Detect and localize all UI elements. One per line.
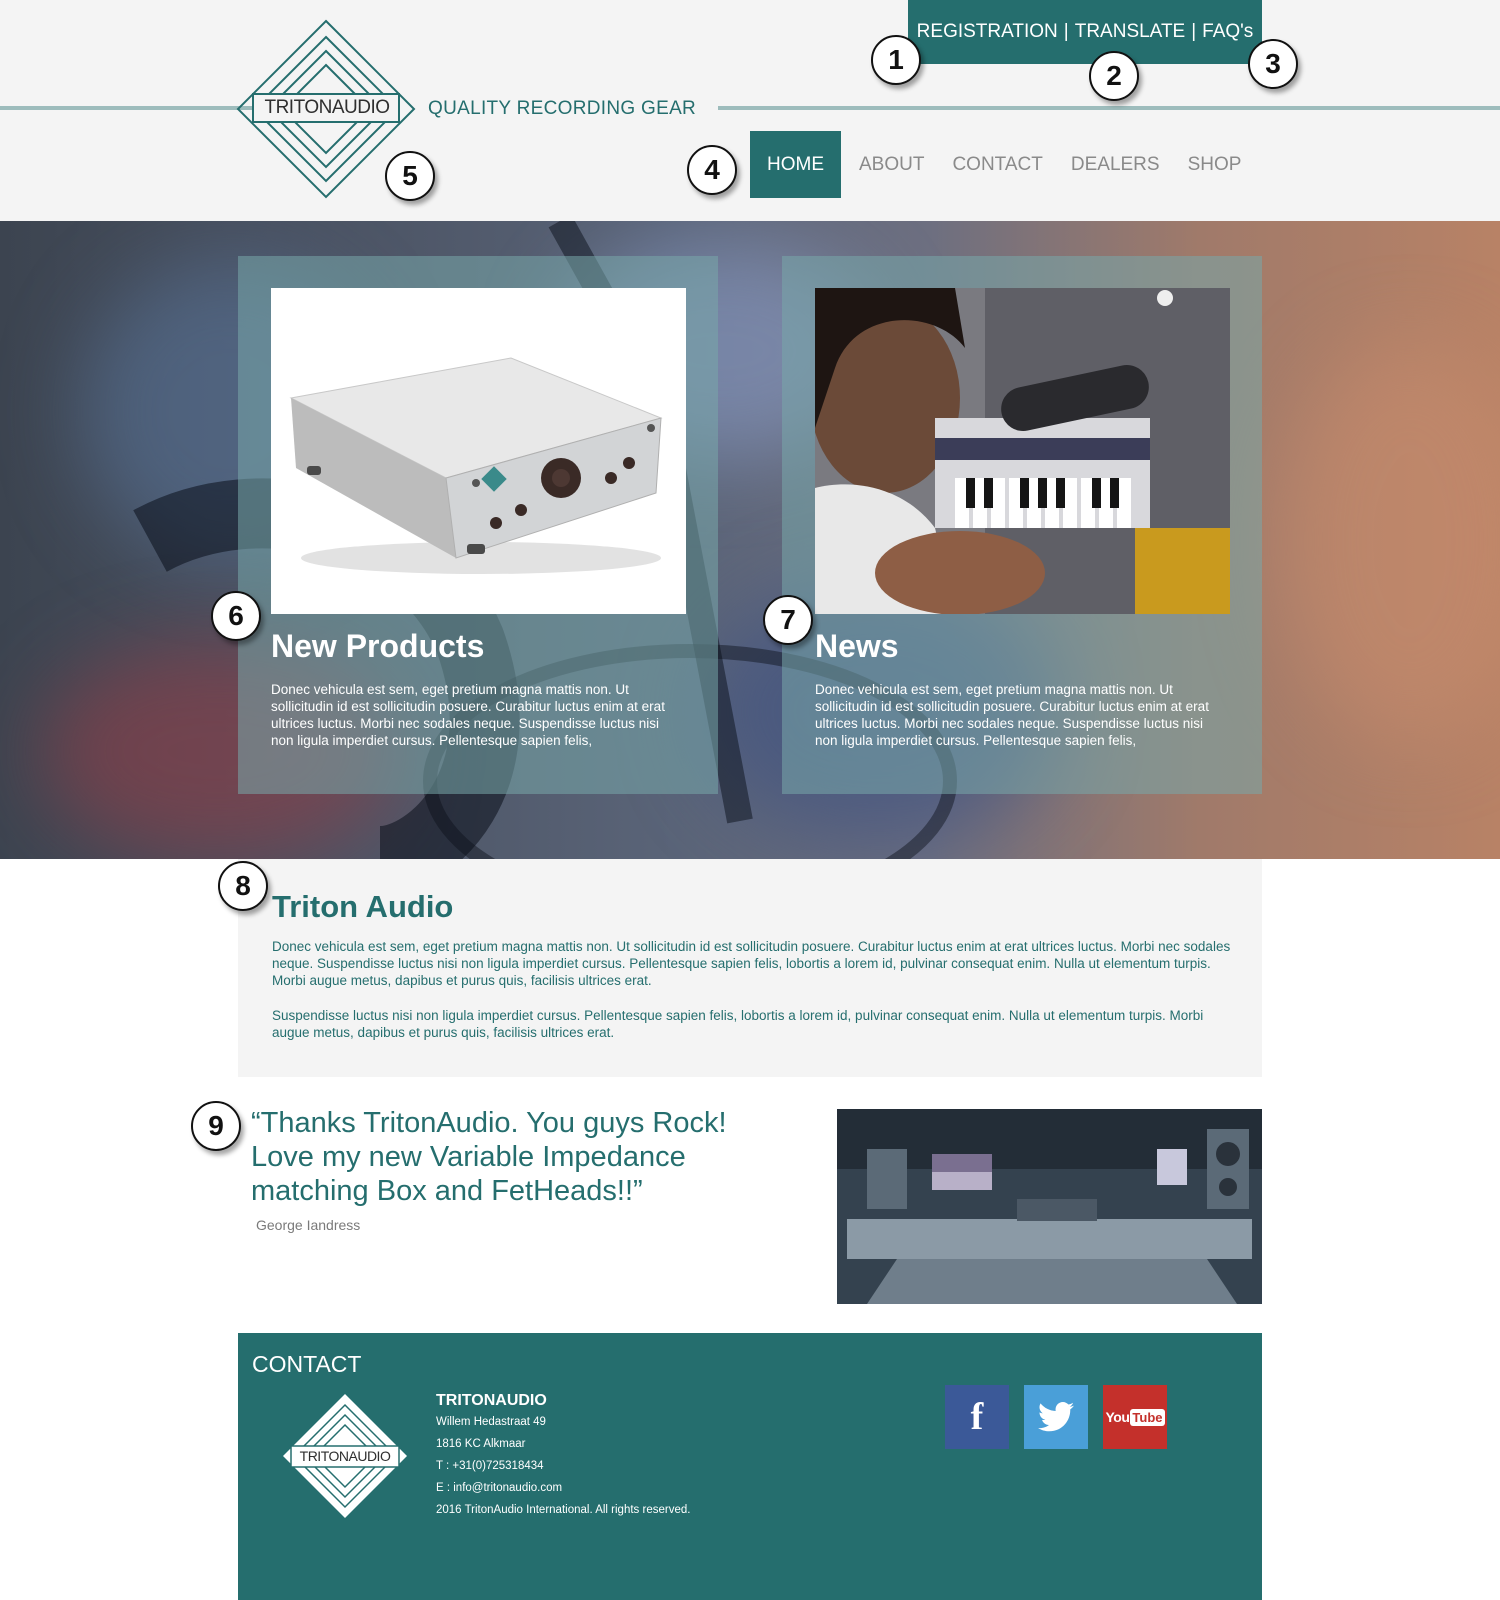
nav-contact[interactable]: CONTACT — [938, 131, 1056, 198]
callout-marker-4: 4 — [687, 145, 737, 195]
news-card[interactable]: News Donec vehicula est sem, eget pretiu… — [782, 256, 1262, 794]
news-text: Donec vehicula est sem, eget pretium mag… — [815, 682, 1209, 748]
studio-photo — [837, 1109, 1262, 1304]
artist-studio-image[interactable] — [815, 288, 1230, 614]
footer-contact-title: CONTACT — [252, 1351, 362, 1377]
about-paragraph-2: Suspendisse luctus nisi non ligula imper… — [272, 1008, 1204, 1040]
youtube-icon[interactable]: You Tube — [1103, 1385, 1167, 1449]
utility-separator: | — [1191, 21, 1197, 42]
footer-email[interactable]: E : info@tritonaudio.com — [436, 1482, 562, 1494]
nav-home[interactable]: HOME — [750, 131, 841, 198]
microphone-silhouette — [133, 221, 957, 859]
footer-company-name: TRITONAUDIO — [436, 1392, 547, 1409]
tagline: QUALITY RECORDING GEAR — [428, 98, 697, 119]
facebook-glyph: f — [970, 1396, 984, 1438]
footer-postcode: 1816 KC Alkmaar — [436, 1438, 526, 1450]
youtube-glyph-you: You — [1105, 1409, 1130, 1425]
site-footer: CONTACT TRITONAUDIO TRITONAUDIO Willem H… — [238, 1333, 1262, 1600]
registration-link[interactable]: REGISTRATION — [917, 21, 1058, 43]
utility-separator: | — [1063, 21, 1069, 42]
preamp-product-image[interactable] — [271, 288, 686, 614]
callout-marker-1: 1 — [871, 35, 921, 85]
footer-copyright: 2016 TritonAudio International. All righ… — [436, 1504, 691, 1516]
footer-phone: T : +31(0)725318434 — [436, 1460, 544, 1472]
testimonial-author: George Iandress — [256, 1217, 361, 1233]
footer-logo-wordmark: TRITONAUDIO — [299, 1448, 391, 1464]
twitter-icon[interactable] — [1024, 1385, 1088, 1449]
callout-marker-7: 7 — [763, 595, 813, 645]
faqs-link[interactable]: FAQ's — [1202, 21, 1253, 43]
callout-marker-5: 5 — [385, 151, 435, 201]
youtube-glyph-tube: Tube — [1130, 1408, 1165, 1426]
about-title: Triton Audio — [272, 889, 454, 924]
new-products-title[interactable]: New Products — [271, 628, 484, 665]
header-rule-left — [0, 106, 270, 110]
footer-address: Willem Hedastraat 49 — [436, 1416, 546, 1428]
translate-link[interactable]: TRANSLATE — [1075, 21, 1186, 43]
nav-about[interactable]: ABOUT — [845, 131, 938, 198]
site-header: TRITONAUDIO QUALITY RECORDING GEAR REGIS… — [0, 0, 1500, 221]
callout-marker-6: 6 — [211, 591, 261, 641]
news-title[interactable]: News — [815, 628, 899, 665]
callout-marker-9: 9 — [191, 1101, 241, 1151]
new-products-card[interactable]: New Products Donec vehicula est sem, ege… — [238, 256, 718, 794]
callout-marker-3: 3 — [1248, 39, 1298, 89]
logo-wordmark: TRITONAUDIO — [264, 97, 390, 118]
callout-marker-8: 8 — [218, 861, 268, 911]
about-section: Triton Audio Donec vehicula est sem, ege… — [238, 859, 1262, 1077]
about-paragraph-1: Donec vehicula est sem, eget pretium mag… — [272, 939, 1231, 988]
nav-shop[interactable]: SHOP — [1174, 131, 1256, 198]
main-nav: HOME ABOUT CONTACT DEALERS SHOP — [750, 131, 1255, 198]
header-rule-right — [718, 106, 1500, 110]
facebook-icon[interactable]: f — [945, 1385, 1009, 1449]
new-products-text: Donec vehicula est sem, eget pretium mag… — [271, 682, 665, 748]
testimonial-quote: “Thanks TritonAudio. You guys Rock! Love… — [251, 1107, 727, 1207]
callout-marker-2: 2 — [1089, 51, 1139, 101]
utility-bar: REGISTRATION | TRANSLATE | FAQ's — [908, 0, 1262, 64]
hero-section: New Products Donec vehicula est sem, ege… — [0, 221, 1500, 859]
nav-dealers[interactable]: DEALERS — [1057, 131, 1174, 198]
